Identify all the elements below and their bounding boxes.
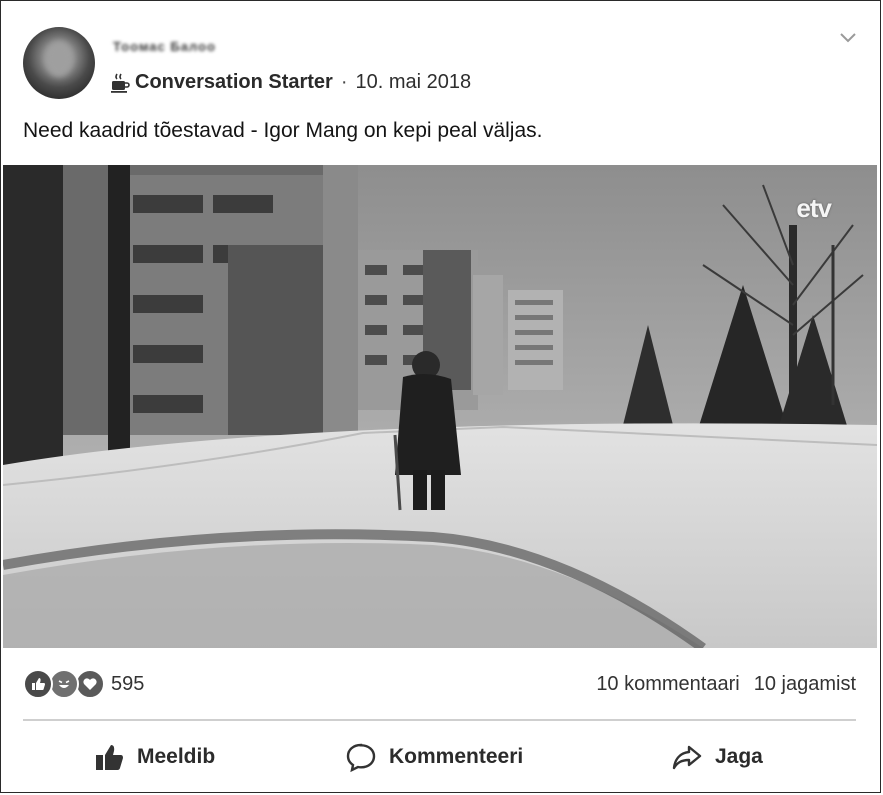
like-button-label: Meeldib — [137, 745, 216, 768]
shares-count-link[interactable]: 10 jagamist — [754, 673, 856, 695]
share-button[interactable]: Jaga — [671, 731, 763, 783]
haha-icon — [49, 669, 79, 699]
actions-divider — [23, 719, 856, 721]
love-icon — [75, 669, 105, 699]
share-arrow-icon — [672, 745, 702, 770]
post-date[interactable]: 10. mai 2018 — [356, 71, 472, 94]
group-name[interactable]: Conversation Starter — [135, 71, 333, 94]
coffee-cup-icon — [111, 73, 130, 93]
facebook-post: Тоомас Балоо Conversation Starter · 10. … — [0, 0, 881, 793]
post-video-frame[interactable]: etv — [3, 165, 877, 648]
post-meta: Conversation Starter · 10. mai 2018 — [109, 71, 471, 94]
chevron-down-icon[interactable] — [838, 31, 858, 45]
author-name[interactable]: Тоомас Балоо — [113, 39, 216, 54]
post-actions: Meeldib Kommenteeri Jaga — [23, 731, 856, 783]
video-still-image — [3, 165, 877, 648]
comment-button[interactable]: Kommenteeri — [345, 731, 523, 783]
share-button-label: Jaga — [715, 745, 763, 768]
reactions-summary[interactable]: 595 — [23, 669, 144, 699]
post-text: Need kaadrid tõestavad - Igor Mang on ke… — [23, 119, 543, 142]
post-stats: 595 10 kommentaari 10 jagamist — [23, 667, 856, 703]
comments-count-link[interactable]: 10 kommentaari — [596, 673, 739, 695]
author-avatar[interactable] — [23, 27, 95, 99]
comment-button-label: Kommenteeri — [389, 745, 524, 768]
like-button[interactable]: Meeldib — [93, 731, 215, 783]
etv-watermark: etv — [796, 193, 832, 223]
thumbs-up-icon — [96, 745, 123, 770]
engagement-counts: 10 kommentaari 10 jagamist — [596, 673, 856, 696]
post-header: Тоомас Балоо Conversation Starter · 10. … — [23, 27, 860, 99]
like-icon — [23, 669, 53, 699]
meta-separator: · — [340, 71, 348, 93]
comment-bubble-icon — [346, 743, 376, 773]
reaction-count: 595 — [111, 672, 145, 695]
